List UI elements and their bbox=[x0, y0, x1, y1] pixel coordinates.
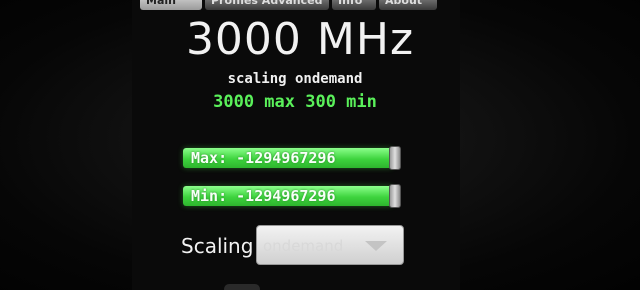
tab-main[interactable]: Main bbox=[140, 0, 202, 10]
max-slider-label: Max: -1294967296 bbox=[191, 149, 336, 167]
min-slider-thumb[interactable] bbox=[389, 184, 401, 208]
chevron-down-icon bbox=[365, 241, 387, 251]
current-frequency: 3000 MHz bbox=[185, 14, 415, 65]
scaling-label: Scaling bbox=[181, 234, 254, 258]
scaling-selected-value: ondemand bbox=[263, 237, 344, 255]
min-slider-label: Min: -1294967296 bbox=[191, 187, 336, 205]
photo-frame: Main Profiles Advanced Info About 3000 M… bbox=[0, 0, 640, 290]
max-frequency-slider[interactable]: Max: -1294967296 bbox=[183, 146, 403, 170]
min-frequency-slider[interactable]: Min: -1294967296 bbox=[183, 184, 403, 208]
partial-button-edge bbox=[224, 284, 260, 290]
tab-about[interactable]: About bbox=[379, 0, 437, 10]
tab-bar: Main Profiles Advanced Info About bbox=[140, 0, 440, 10]
tab-profiles-advanced[interactable]: Profiles Advanced bbox=[205, 0, 329, 10]
max-min-text: 3000 max 300 min bbox=[213, 92, 377, 112]
tab-info[interactable]: Info bbox=[332, 0, 376, 10]
scaling-governor-text: scaling ondemand bbox=[227, 71, 363, 87]
max-slider-thumb[interactable] bbox=[389, 146, 401, 170]
scaling-governor-select[interactable]: ondemand bbox=[256, 225, 404, 265]
